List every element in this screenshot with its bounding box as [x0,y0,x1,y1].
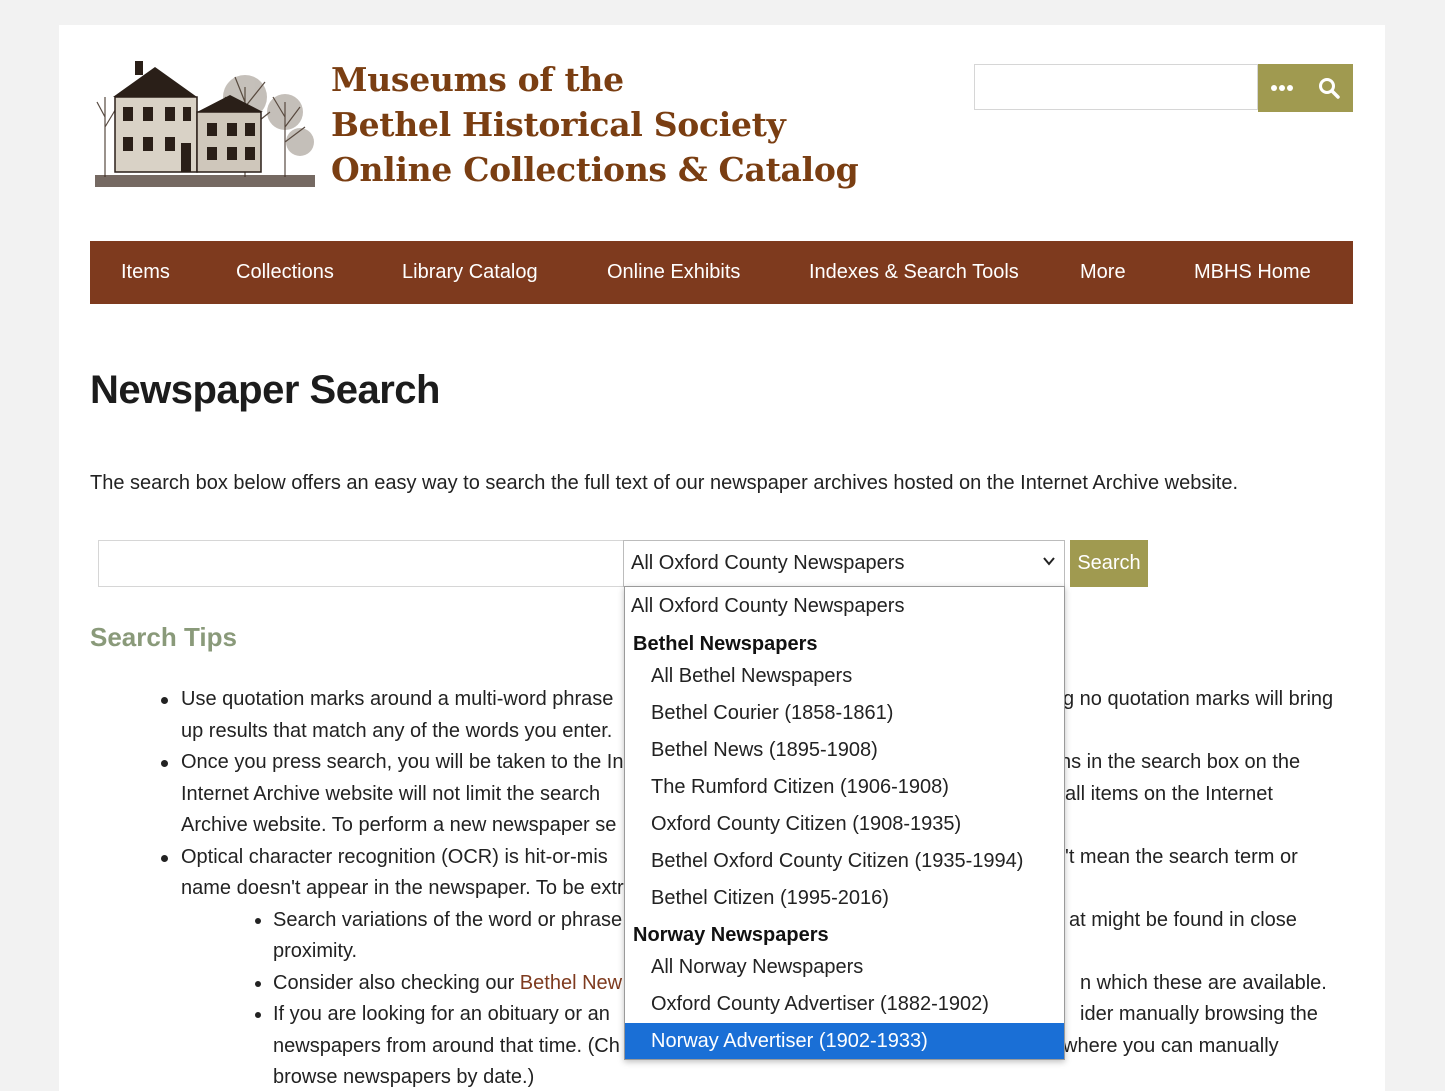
tip-line: browse newspapers by date.) [273,1066,535,1088]
option-norway-advertiser[interactable]: Norway Advertiser (1902-1933) [625,1023,1064,1059]
bullet [161,760,168,767]
tip-line: n which these are available. [1080,972,1327,994]
page: Museums of the Bethel Historical Society… [59,25,1385,1091]
tip-line: If you are looking for an obituary or an [273,1003,610,1025]
newspaper-select-dropdown[interactable]: All Oxford County Newspapers Bethel News… [624,586,1065,1060]
tip-line: name doesn't appear in the newspaper. To… [181,877,624,899]
tip-line: 't mean the search term or [1065,846,1298,868]
bullet [255,1012,261,1018]
option-rumford-citizen[interactable]: The Rumford Citizen (1906-1908) [625,769,1064,806]
tip-line: at might be found in close [1069,909,1297,931]
tip-line: Search variations of the word or phrase [273,909,623,931]
option-bethel-citizen[interactable]: Bethel Citizen (1995-2016) [625,880,1064,917]
tip-line: ns in the search box on the [1060,751,1301,773]
tip-line: Internet Archive website will not limit … [181,783,601,805]
option-bethel-news[interactable]: Bethel News (1895-1908) [625,732,1064,769]
tip-line: ider manually browsing the [1080,1003,1318,1025]
option-all-bethel[interactable]: All Bethel Newspapers [625,658,1064,695]
tip-line: g no quotation marks will bring [1063,688,1334,710]
bullet [255,918,261,924]
tip-line: Optical character recognition (OCR) is h… [181,846,608,868]
tip-line: Once you press search, you will be taken… [181,751,624,773]
bullet [161,697,168,704]
tip-text: Consider also checking our [273,972,520,994]
bullet [255,981,261,987]
bullet [161,855,168,862]
option-oxford-county-citizen[interactable]: Oxford County Citizen (1908-1935) [625,806,1064,843]
option-all-oxford-county[interactable]: All Oxford County Newspapers [625,588,1064,625]
option-bethel-courier[interactable]: Bethel Courier (1858-1861) [625,695,1064,732]
tip-line: where you can manually [1063,1035,1279,1057]
tip-line: Use quotation marks around a multi-word … [181,688,614,710]
tip-line: all items on the Internet [1065,783,1273,805]
option-bethel-oxford-county-citizen[interactable]: Bethel Oxford County Citizen (1935-1994) [625,843,1064,880]
tip-line: proximity. [273,940,358,962]
option-all-norway[interactable]: All Norway Newspapers [625,949,1064,986]
option-oxford-county-advertiser[interactable]: Oxford County Advertiser (1882-1902) [625,986,1064,1023]
tip-line: up results that match any of the words y… [181,720,613,742]
tip-line: newspapers from around that time. (Ch [273,1035,620,1057]
bethel-newspapers-link[interactable]: Bethel New [520,972,622,994]
tip-line: Archive website. To perform a new newspa… [181,814,617,836]
tip-line: Consider also checking our Bethel New [273,972,622,995]
